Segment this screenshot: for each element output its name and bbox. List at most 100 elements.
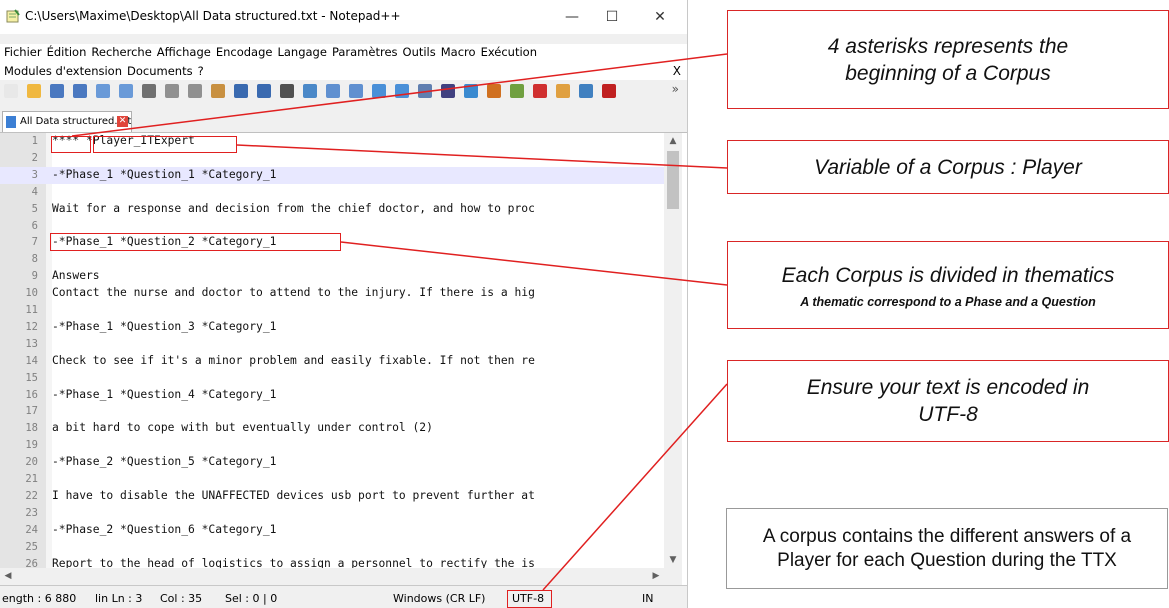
editor-line[interactable]: 8 <box>0 251 664 268</box>
editor-line[interactable]: 17 <box>0 403 664 420</box>
paste-icon[interactable] <box>211 84 225 98</box>
vertical-scrollbar[interactable]: ▲ ▼ <box>664 133 682 568</box>
menu-close-doc-button[interactable]: X <box>673 64 681 78</box>
title-bar: C:\Users\Maxime\Desktop\All Data structu… <box>0 0 687 34</box>
editor-line[interactable]: 19 <box>0 437 664 454</box>
scroll-right-arrow-icon[interactable]: ▶ <box>648 568 664 585</box>
menu-item-documents[interactable]: Documents <box>127 64 193 78</box>
close-all-icon[interactable] <box>119 84 133 98</box>
monitor-icon[interactable] <box>579 84 593 98</box>
minimize-button[interactable]: — <box>552 4 592 30</box>
window-title: C:\Users\Maxime\Desktop\All Data structu… <box>25 9 401 23</box>
line-text: a bit hard to cope with but eventually u… <box>52 421 433 435</box>
replace-icon[interactable] <box>303 84 317 98</box>
zoom-in-icon[interactable] <box>326 84 340 98</box>
horizontal-scrollbar[interactable]: ◀ ▶ <box>0 568 664 585</box>
open-icon[interactable] <box>27 84 41 98</box>
status-eol[interactable]: Windows (CR LF) <box>393 592 485 605</box>
undo-icon[interactable] <box>234 84 248 98</box>
new-file-icon[interactable] <box>4 84 18 98</box>
menu-item-param-tres[interactable]: Paramètres <box>332 45 398 59</box>
cut-icon[interactable] <box>165 84 179 98</box>
highlight-player-variable <box>93 136 237 153</box>
menu-item-recherche[interactable]: Recherche <box>91 45 151 59</box>
status-length: ength : 6 880 <box>2 592 77 605</box>
find-icon[interactable] <box>280 84 294 98</box>
editor-line[interactable]: 15 <box>0 370 664 387</box>
word-wrap-icon[interactable] <box>418 84 432 98</box>
scroll-left-arrow-icon[interactable]: ◀ <box>0 568 16 585</box>
save-all-icon[interactable] <box>73 84 87 98</box>
sync-v-icon[interactable] <box>372 84 386 98</box>
menu-item-[interactable]: ? <box>198 64 204 78</box>
menu-item-modules-d-extension[interactable]: Modules d'extension <box>4 64 122 78</box>
tab-close-icon[interactable]: ✕ <box>117 116 128 127</box>
save-icon[interactable] <box>50 84 64 98</box>
line-number: 5 <box>31 202 38 215</box>
menu-item-fichier[interactable]: Fichier <box>4 45 42 59</box>
status-column: Col : 35 <box>160 592 203 605</box>
indent-guide-icon[interactable] <box>464 84 478 98</box>
scroll-thumb[interactable] <box>667 151 679 209</box>
corpus-note: A corpus contains the different answers … <box>726 508 1168 589</box>
editor-line[interactable]: 14 Check to see if it's a minor problem a… <box>0 353 664 370</box>
callout-asterisks: 4 asterisks represents the beginning of … <box>727 10 1169 109</box>
scroll-up-arrow-icon[interactable]: ▲ <box>664 133 682 149</box>
callout-variable-text: Variable of a Corpus : Player <box>814 155 1082 179</box>
editor-line[interactable]: 25 <box>0 539 664 556</box>
text-editor[interactable]: 1 **** *Player_ITExpert 2 3 -*Phase_1 *Quest… <box>0 133 687 585</box>
notepadpp-app-icon <box>6 9 20 23</box>
redo-icon[interactable] <box>257 84 271 98</box>
editor-line[interactable]: 9 Answers <box>0 268 664 285</box>
editor-line[interactable]: 3 -*Phase_1 *Question_1 *Category_1 <box>0 166 664 184</box>
show-all-icon[interactable] <box>441 84 455 98</box>
folder-icon[interactable] <box>556 84 570 98</box>
line-number: 17 <box>25 405 38 418</box>
editor-line[interactable]: 12 -*Phase_1 *Question_3 *Category_1 <box>0 319 664 336</box>
document-icon <box>6 116 16 128</box>
menu-item-affichage[interactable]: Affichage <box>157 45 211 59</box>
editor-line[interactable]: 11 <box>0 302 664 319</box>
copy-icon[interactable] <box>188 84 202 98</box>
print-icon[interactable] <box>142 84 156 98</box>
lang-icon[interactable] <box>487 84 501 98</box>
line-number: 25 <box>25 540 38 553</box>
menu-item-dition[interactable]: Édition <box>47 45 87 59</box>
menu-item-macro[interactable]: Macro <box>441 45 476 59</box>
line-text: Contact the nurse and doctor to attend t… <box>52 286 535 300</box>
editor-line[interactable]: 22 I have to disable the UNAFFECTED devic… <box>0 488 664 505</box>
editor-line[interactable]: 18 a bit hard to cope with but eventually… <box>0 420 664 437</box>
callout-thematics: Each Corpus is divided in thematics A th… <box>727 241 1169 329</box>
status-lines: lin Ln : 3 <box>95 592 143 605</box>
zoom-out-icon[interactable] <box>349 84 363 98</box>
record-macro-icon[interactable] <box>602 84 616 98</box>
editor-line[interactable]: 5 Wait for a response and decision from t… <box>0 201 664 218</box>
menu-item-encodage[interactable]: Encodage <box>216 45 273 59</box>
line-number: 3 <box>31 168 38 181</box>
menu-item-outils[interactable]: Outils <box>403 45 436 59</box>
editor-line[interactable]: 23 <box>0 505 664 522</box>
doc-map-icon[interactable] <box>510 84 524 98</box>
menu-item-langage[interactable]: Langage <box>277 45 326 59</box>
menu-item-ex-cution[interactable]: Exécution <box>481 45 537 59</box>
tab-all-data-structured[interactable]: All Data structured.txt ✕ <box>2 111 132 132</box>
editor-line[interactable]: 4 <box>0 184 664 201</box>
window-close-button[interactable]: ✕ <box>640 4 680 30</box>
maximize-button[interactable]: ☐ <box>592 4 632 30</box>
editor-line[interactable]: 20 -*Phase_2 *Question_5 *Category_1 <box>0 454 664 471</box>
menu-row-2: Modules d'extension Documents? <box>4 64 209 78</box>
sync-h-icon[interactable] <box>395 84 409 98</box>
editor-line[interactable]: 16 -*Phase_1 *Question_4 *Category_1 <box>0 387 664 404</box>
editor-line[interactable]: 24 -*Phase_2 *Question_6 *Category_1 <box>0 522 664 539</box>
editor-line[interactable]: 13 <box>0 336 664 353</box>
editor-line[interactable]: 6 <box>0 218 664 235</box>
function-list-icon[interactable] <box>533 84 547 98</box>
line-text: Answers <box>52 269 100 283</box>
editor-line[interactable]: 10 Contact the nurse and doctor to attend… <box>0 285 664 302</box>
editor-line[interactable]: 21 <box>0 471 664 488</box>
line-number: 13 <box>25 337 38 350</box>
scroll-down-arrow-icon[interactable]: ▼ <box>664 552 682 568</box>
toolbar-overflow-button[interactable]: » <box>672 82 679 96</box>
close-icon[interactable] <box>96 84 110 98</box>
line-text: -*Phase_1 *Question_1 *Category_1 <box>52 167 277 181</box>
